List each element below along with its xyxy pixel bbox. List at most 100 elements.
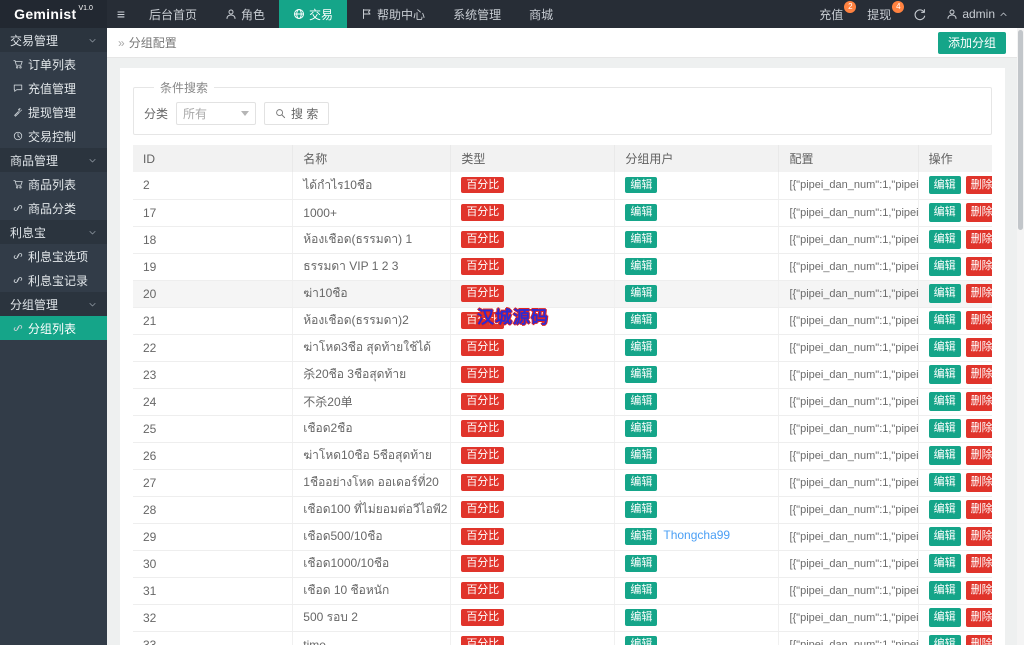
edit-button[interactable]: 编辑 (928, 581, 961, 600)
cell-id: 19 (133, 253, 294, 281)
edit-button[interactable]: 编辑 (928, 338, 961, 357)
cell-group-user: 编辑 (614, 361, 780, 389)
edit-button[interactable]: 编辑 (928, 446, 961, 465)
edit-button[interactable]: 编辑 (928, 257, 961, 276)
group-edit-badge[interactable]: 编辑 (625, 501, 658, 518)
edit-button[interactable]: 编辑 (928, 527, 961, 546)
delete-button[interactable]: 删除 (965, 527, 992, 546)
sidebar-section-交易管理[interactable]: 交易管理 (0, 28, 107, 52)
user-menu[interactable]: admin (936, 0, 1018, 28)
delete-button[interactable]: 删除 (965, 581, 992, 600)
type-badge: 百分比 (461, 393, 505, 410)
edit-button[interactable]: 编辑 (928, 230, 961, 249)
table-row: 20 ฆ่า10ชือ 百分比 编辑 [{"pipei_dan_num":1,"… (133, 280, 992, 308)
group-edit-badge[interactable]: 编辑 (625, 555, 658, 572)
edit-button[interactable]: 编辑 (928, 365, 961, 384)
add-group-button[interactable]: 添加分组 (937, 31, 1006, 54)
scrollbar-thumb[interactable] (1018, 30, 1023, 230)
edit-button[interactable]: 编辑 (928, 635, 961, 645)
group-edit-badge[interactable]: 编辑 (625, 636, 658, 645)
group-edit-badge[interactable]: 编辑 (625, 366, 658, 383)
cell-name: เชือด500/10ชือ (292, 523, 452, 551)
navbar-item-后台首页[interactable]: 后台首页 (135, 0, 211, 28)
group-edit-badge[interactable]: 编辑 (625, 420, 658, 437)
withdraw-link[interactable]: 提现 4 (855, 0, 905, 28)
edit-button[interactable]: 编辑 (928, 473, 961, 492)
edit-button[interactable]: 编辑 (928, 176, 961, 195)
edit-button[interactable]: 编辑 (928, 554, 961, 573)
delete-button[interactable]: 删除 (965, 284, 992, 303)
navbar-item-系统管理[interactable]: 系统管理 (439, 0, 515, 28)
sidebar-item-充值管理[interactable]: 充值管理 (0, 76, 107, 100)
group-edit-badge[interactable]: 编辑 (625, 339, 658, 356)
recharge-link[interactable]: 充值 2 (807, 0, 857, 28)
cell-id: 28 (133, 496, 294, 524)
edit-button[interactable]: 编辑 (928, 500, 961, 519)
group-edit-badge[interactable]: 编辑 (625, 312, 658, 329)
delete-button[interactable]: 删除 (965, 203, 992, 222)
sidebar-item-商品分类[interactable]: 商品分类 (0, 196, 107, 220)
delete-button[interactable]: 删除 (965, 635, 992, 645)
vertical-scrollbar[interactable] (1017, 28, 1024, 645)
table-row: 33 time 百分比 编辑 [{"pipei_dan_num":1,"pipe… (133, 631, 992, 645)
delete-button[interactable]: 删除 (965, 554, 992, 573)
cell-group-user: 编辑 Thongcha99 (614, 523, 780, 551)
edit-button[interactable]: 编辑 (928, 419, 961, 438)
navbar-item-角色[interactable]: 角色 (211, 0, 279, 28)
group-edit-badge[interactable]: 编辑 (625, 258, 658, 275)
sidebar-item-提现管理[interactable]: 提现管理 (0, 100, 107, 124)
hamburger-icon[interactable]: ≡ (107, 0, 135, 28)
group-edit-badge[interactable]: 编辑 (625, 231, 658, 248)
sidebar-section-商品管理[interactable]: 商品管理 (0, 148, 107, 172)
edit-button[interactable]: 编辑 (928, 203, 961, 222)
cell-group-user: 编辑 (614, 388, 780, 416)
sidebar-item-利息宝记录[interactable]: 利息宝记录 (0, 268, 107, 292)
delete-button[interactable]: 删除 (965, 365, 992, 384)
sidebar-item-订单列表[interactable]: 订单列表 (0, 52, 107, 76)
group-edit-badge[interactable]: 编辑 (625, 447, 658, 464)
cell-operations: 编辑 删除 (918, 631, 992, 645)
sidebar-section-利息宝[interactable]: 利息宝 (0, 220, 107, 244)
sidebar-section-分组管理[interactable]: 分组管理 (0, 292, 107, 316)
edit-button[interactable]: 编辑 (928, 608, 961, 627)
group-edit-badge[interactable]: 编辑 (625, 582, 658, 599)
cell-config: [{"pipei_dan_num":1,"pipei_dan_run":"15"… (778, 604, 919, 632)
delete-button[interactable]: 删除 (965, 473, 992, 492)
group-edit-badge[interactable]: 编辑 (625, 474, 658, 491)
edit-button[interactable]: 编辑 (928, 392, 961, 411)
delete-button[interactable]: 删除 (965, 338, 992, 357)
navbar-item-交易[interactable]: 交易 (279, 0, 348, 28)
delete-button[interactable]: 删除 (965, 392, 992, 411)
group-edit-badge[interactable]: 编辑 (625, 177, 658, 194)
delete-button[interactable]: 删除 (965, 500, 992, 519)
sidebar-item-利息宝选项[interactable]: 利息宝选项 (0, 244, 107, 268)
delete-button[interactable]: 删除 (965, 419, 992, 438)
cell-name: ได้กำไร10ชือ (292, 172, 452, 200)
refresh-icon[interactable] (903, 0, 936, 28)
group-user-link[interactable]: Thongcha99 (663, 528, 730, 542)
delete-button[interactable]: 删除 (965, 230, 992, 249)
navbar-item-帮助中心[interactable]: 帮助中心 (347, 0, 439, 28)
sidebar-item-交易控制[interactable]: 交易控制 (0, 124, 107, 148)
delete-button[interactable]: 删除 (965, 311, 992, 330)
delete-button[interactable]: 删除 (965, 608, 992, 627)
cell-config: [{"pipei_dan_num":1,"pipei_dan_run":"1",… (778, 469, 919, 497)
cell-name: 1ชืออย่างโหด ออเดอร์ที่20 (292, 469, 452, 497)
sidebar-item-商品列表[interactable]: 商品列表 (0, 172, 107, 196)
search-button[interactable]: 搜 索 (264, 102, 330, 125)
category-select[interactable]: 所有 (176, 102, 257, 125)
edit-button[interactable]: 编辑 (928, 311, 961, 330)
edit-button[interactable]: 编辑 (928, 284, 961, 303)
group-edit-badge[interactable]: 编辑 (625, 285, 658, 302)
delete-button[interactable]: 删除 (965, 176, 992, 195)
group-edit-badge[interactable]: 编辑 (625, 609, 658, 626)
group-edit-badge[interactable]: 编辑 (625, 393, 658, 410)
delete-button[interactable]: 删除 (965, 257, 992, 276)
group-edit-badge[interactable]: 编辑 (625, 204, 658, 221)
sidebar-item-分组列表[interactable]: 分组列表 (0, 316, 107, 340)
group-edit-badge[interactable]: 编辑 (625, 528, 658, 545)
chevron-up-icon (999, 10, 1008, 19)
navbar-item-商城[interactable]: 商城 (515, 0, 567, 28)
delete-button[interactable]: 删除 (965, 446, 992, 465)
content-card: 条件搜索 分类 所有 搜 索 ID 名称 类型 分组用户 配置 操作 2 ได้… (120, 68, 1005, 645)
